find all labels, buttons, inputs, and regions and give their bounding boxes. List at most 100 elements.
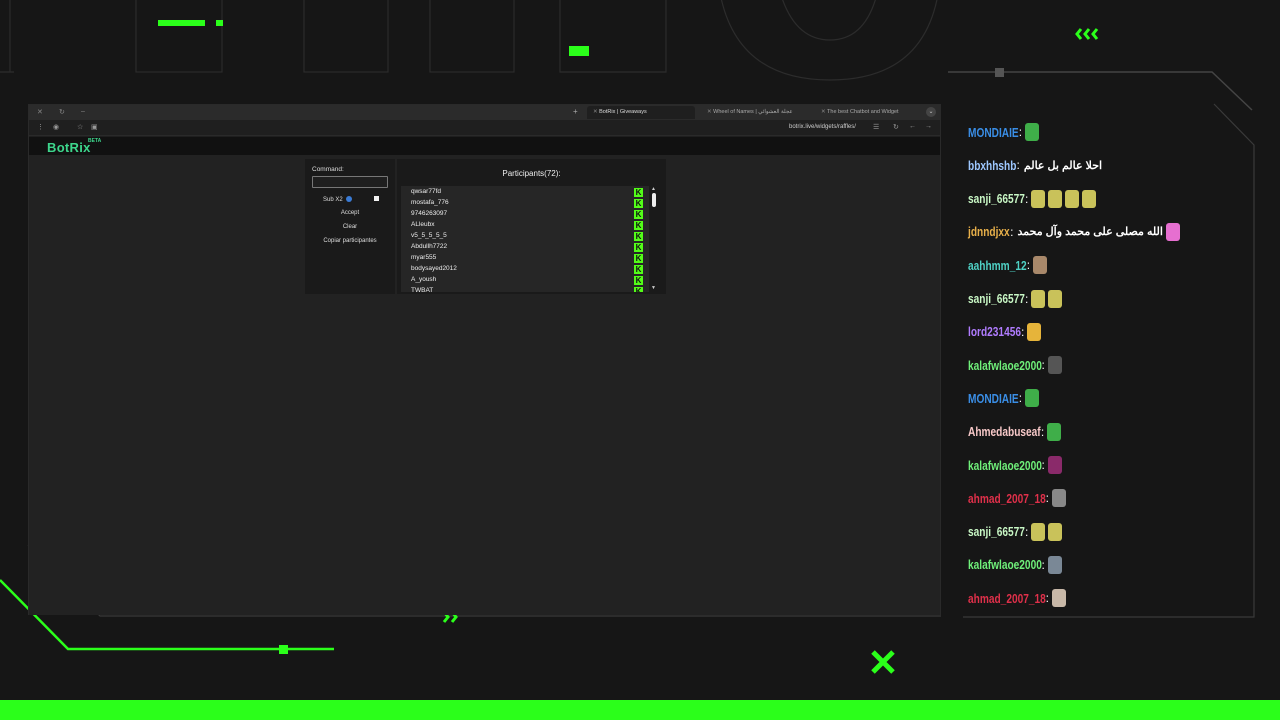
chat-username: lord231456 — [968, 324, 1021, 340]
emote-icon — [1048, 522, 1063, 541]
command-label: Command: — [312, 166, 344, 173]
forward-icon[interactable]: → — [925, 123, 932, 130]
emote-icon — [1033, 256, 1048, 275]
menu-icon[interactable]: ⋮ — [37, 123, 44, 131]
new-tab-icon[interactable]: + — [573, 107, 578, 116]
chat-text: الله مصلى على محمد وآل محمد — [1017, 226, 1163, 239]
kick-logo-icon: K — [634, 199, 643, 208]
participants-panel: Participants(72): qwsar77fd Kmostafa_776 K… — [397, 159, 666, 294]
tab-strip: ✕ ↻ – + ✕ BotRix | Giveaways ✕ Wheel of … — [29, 105, 940, 120]
scroll-thumb[interactable] — [652, 193, 656, 207]
screenshot-icon[interactable]: ◉ — [53, 123, 59, 131]
participants-list[interactable]: qwsar77fd Kmostafa_776 K 9746263097 K ALleubx… — [401, 186, 649, 292]
tab-chatbot[interactable]: ✕ The best Chatbot and Widget — [815, 106, 923, 119]
info-icon[interactable] — [345, 196, 352, 202]
chat-username: aahhmm_12 — [968, 257, 1027, 273]
participants-scrollbar[interactable]: ▲ ▼ — [651, 186, 657, 292]
chat-separator: : — [1020, 324, 1025, 339]
chat-overlay: MONDIAIE: bbxhhshb: احلا عالم بل عالم sanji… — [963, 102, 1254, 617]
participant-row: qwsar77fd K — [401, 187, 649, 198]
participant-name: Abdullh7722 — [411, 243, 448, 250]
tab-menu-icon[interactable]: ⌄ — [926, 107, 936, 117]
emote-icon — [1031, 289, 1046, 308]
participant-name: A_yoush — [411, 276, 437, 283]
emote-icon — [1051, 589, 1066, 608]
kick-logo-icon: K — [634, 265, 643, 274]
emote-icon — [1025, 389, 1040, 408]
chat-separator: : — [1016, 158, 1020, 173]
tab-label: BotRix | Giveaways — [599, 109, 647, 115]
participant-row: bodysayed2012 K — [401, 264, 649, 275]
participant-name: mostafa_776 — [411, 199, 449, 206]
participant-name: TWBAT — [411, 287, 434, 292]
star-icon[interactable]: ☆ — [77, 123, 83, 131]
participant-row: TWBAT K — [401, 286, 649, 292]
kick-logo-icon: K — [634, 232, 643, 241]
address-bar[interactable]: botrix.live/widgets/raffles/ — [789, 124, 856, 130]
kick-logo-icon: K — [634, 254, 643, 263]
minimize-window-icon[interactable]: – — [81, 108, 85, 115]
sub-x2-checkbox[interactable] — [374, 196, 379, 201]
chat-separator: : — [1041, 458, 1045, 472]
tab-wheel-of-names[interactable]: ✕ Wheel of Names | عجلة العشوائي — [701, 106, 809, 119]
sub-x2-label: Sub X2 — [323, 197, 343, 203]
chat-message: sanji_66577: — [968, 521, 1063, 543]
chat-separator: : — [1010, 224, 1014, 239]
chat-username: bbxhhshb — [968, 157, 1017, 173]
app-header: BotRix BETA — [29, 137, 940, 155]
brand-logo[interactable]: BotRix — [47, 140, 91, 155]
participant-row: 9746263097 K — [401, 209, 649, 220]
chat-message: MONDIAIE: — [968, 387, 1040, 409]
participant-name: v5_5_5_5_5 — [411, 232, 447, 239]
emote-icon — [1031, 189, 1046, 208]
command-input[interactable] — [312, 176, 388, 188]
chat-message: kalafwlaoe2000: — [968, 354, 1062, 376]
clear-button[interactable]: Clear — [305, 224, 395, 230]
emote-icon — [1051, 489, 1066, 508]
copy-participants-button[interactable]: Copiar participantes — [305, 238, 395, 244]
chat-message: bbxhhshb: احلا عالم بل عالم — [968, 154, 1102, 176]
kick-logo-icon: K — [634, 276, 643, 285]
chat-separator: : — [1024, 191, 1029, 206]
page-content: BotRix BETA Command: Sub X2 Accept Clear… — [29, 137, 940, 615]
participant-name: myar555 — [411, 254, 437, 261]
emote-icon — [1025, 123, 1040, 141]
emote-icon — [1065, 189, 1080, 208]
scroll-up-icon[interactable]: ▲ — [651, 186, 656, 192]
scroll-down-icon[interactable]: ▼ — [651, 285, 656, 291]
emote-icon — [1048, 189, 1063, 208]
back-icon[interactable]: ← — [909, 123, 916, 130]
emote-icon — [1048, 289, 1063, 308]
participant-row: A_yoush K — [401, 275, 649, 286]
beta-badge: BETA — [88, 138, 102, 144]
chat-message: ahmad_2007_18: — [968, 587, 1066, 609]
refresh-icon[interactable]: ↻ — [893, 123, 899, 131]
chat-username: Ahmedabuseaf — [968, 424, 1041, 440]
reload-window-icon[interactable]: ↻ — [59, 108, 65, 116]
tab-botrix[interactable]: ✕ BotRix | Giveaways — [587, 106, 695, 119]
kick-logo-icon: K — [634, 243, 643, 252]
emote-icon — [1047, 356, 1062, 375]
chat-separator: : — [1018, 125, 1023, 139]
chat-separator: : — [1041, 358, 1045, 373]
close-window-icon[interactable]: ✕ — [37, 108, 43, 116]
tab-label: Wheel of Names | عجلة العشوائي — [713, 109, 793, 115]
chat-username: sanji_66577 — [968, 191, 1025, 207]
participant-row: myar555 K — [401, 253, 649, 264]
chat-username: MONDIAIE — [968, 390, 1019, 406]
participant-name: qwsar77fd — [411, 188, 441, 195]
chat-message: Ahmedabuseaf: — [968, 421, 1062, 443]
kick-logo-icon: K — [634, 287, 643, 292]
chat-separator: : — [1041, 557, 1045, 572]
extensions-icon[interactable]: ▣ — [91, 123, 98, 131]
kick-logo-icon: K — [634, 221, 643, 230]
chat-separator: : — [1026, 258, 1031, 273]
accept-button[interactable]: Accept — [305, 210, 395, 216]
settings-icon[interactable]: ☰ — [873, 123, 879, 131]
participants-title: Participants(72): — [502, 169, 561, 178]
chat-separator: : — [1018, 391, 1023, 406]
chat-message: sanji_66577: — [968, 188, 1097, 210]
tab-label: The best Chatbot and Widget — [827, 109, 899, 115]
kick-logo-icon: K — [634, 188, 643, 197]
stream-overlay: ✕ ↻ – + ✕ BotRix | Giveaways ✕ Wheel of … — [0, 0, 1280, 720]
